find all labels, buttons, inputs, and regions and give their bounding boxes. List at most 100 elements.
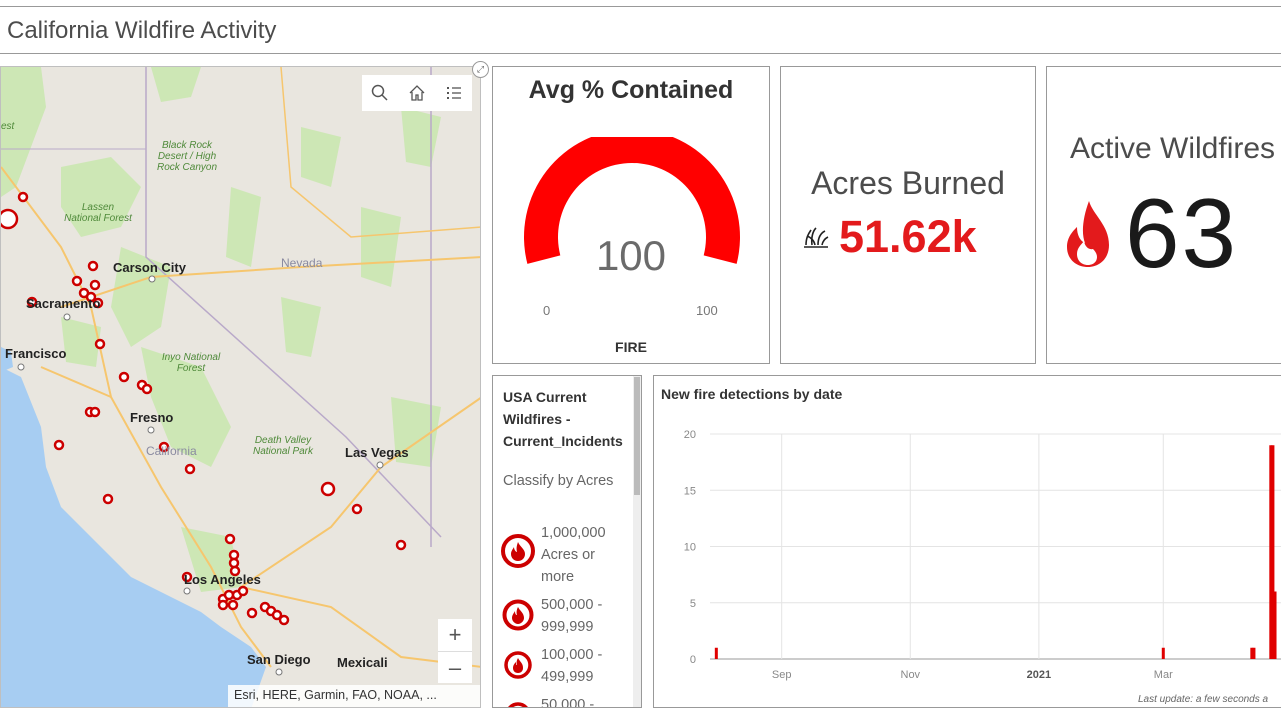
active-wildfires-card: Active Wildfires 63 — [1046, 66, 1281, 364]
map-toolbar — [362, 75, 472, 111]
fire-marker — [118, 371, 130, 383]
forest-patch — [61, 157, 141, 237]
map-label-san-diego: San Diego — [247, 652, 311, 667]
home-icon — [409, 85, 425, 101]
gauge-label: FIRE — [615, 339, 647, 355]
legend-item: 1,000,000 Acres or more — [501, 522, 621, 588]
city-dot — [376, 461, 384, 469]
fire-marker — [228, 557, 240, 569]
chart-bar — [1161, 647, 1165, 659]
forest-patch — [301, 127, 341, 187]
zoom-control: + – — [438, 619, 472, 683]
active-wildfires-value: 63 — [1125, 178, 1239, 288]
city-dot — [147, 426, 155, 434]
chart-bar — [1252, 647, 1256, 659]
x-tick-label: Mar — [1154, 669, 1173, 681]
legend-panel[interactable]: USA Current Wildfires - Current_Incident… — [492, 375, 642, 708]
active-wildfires-row: 63 — [1065, 177, 1238, 290]
x-tick-label: 2021 — [1027, 669, 1051, 681]
fire-marker — [53, 439, 65, 451]
fire-marker — [1, 208, 19, 230]
map-label-black-rock: Black Rock Desert / High Rock Canyon — [157, 140, 217, 173]
map-label-nevada: Nevada — [281, 256, 323, 270]
expand-icon: ⤢ — [476, 64, 485, 74]
detections-chart-card: 0 5 10 15 20 Sep Nov 2021 Mar New fire detection… — [653, 375, 1281, 708]
x-tick-label: Nov — [901, 669, 921, 681]
fire-marker — [184, 463, 196, 475]
search-tool-button[interactable] — [365, 78, 395, 108]
dashboard-title: California Wildfire Activity — [7, 17, 277, 44]
dashboard-header: California Wildfire Activity — [0, 6, 1281, 54]
legend-item-label: 50,000 - — [541, 697, 595, 708]
gauge-arc — [524, 137, 740, 264]
fire-marker — [246, 607, 258, 619]
fire-symbol-icon — [508, 702, 528, 707]
map-label-mexicali: Mexicali — [337, 655, 388, 670]
gauge-value: 100 — [595, 232, 667, 279]
y-tick-label: 0 — [690, 654, 696, 666]
map-panel[interactable]: est Black Rock Desert / High Rock Canyon L… — [0, 66, 481, 708]
fire-marker — [227, 599, 239, 611]
zoom-in-button[interactable]: + — [438, 619, 472, 651]
legend-classify-label: Classify by Acres — [503, 473, 614, 489]
fire-marker — [224, 533, 236, 545]
fire-symbol-icon — [501, 534, 535, 568]
map-label-francisco: Francisco — [5, 346, 66, 361]
gauge-min: 0 — [543, 303, 551, 318]
x-tick-label: Sep — [772, 669, 792, 681]
legend-layer-title: USA Current Wildfires - Current_Incident… — [503, 389, 623, 449]
city-dot — [148, 275, 156, 283]
search-icon — [372, 84, 388, 101]
map-label-carson-city: Carson City — [113, 260, 187, 275]
chart-bar — [1273, 591, 1277, 659]
map-label-las-vegas: Las Vegas — [345, 445, 409, 460]
legend-toggle-button[interactable] — [439, 78, 469, 108]
highway — [40, 366, 112, 398]
map-attribution: Esri, HERE, Garmin, FAO, NOAA, ... — [228, 685, 480, 707]
acres-burned-value: 51.62k — [839, 211, 977, 262]
legend-scrollbar-thumb[interactable] — [634, 377, 640, 495]
expand-map-button[interactable]: ⤢ — [472, 61, 489, 78]
fire-symbol-icon — [504, 651, 532, 679]
acres-burned-title: Acres Burned — [811, 165, 1005, 201]
fire-marker — [278, 614, 290, 626]
legend-item-label: 100,000 - 499,999 — [541, 647, 603, 685]
chart-title: New fire detections by date — [661, 386, 843, 402]
fire-marker — [141, 383, 153, 395]
chart-last-update: Last update: a few seconds a — [1138, 694, 1269, 705]
highway — [240, 397, 480, 588]
basemap[interactable]: est Black Rock Desert / High Rock Canyon L… — [1, 67, 481, 708]
chart-bar — [714, 647, 718, 659]
forest-patch — [226, 187, 261, 267]
fire-marker — [17, 191, 29, 203]
fire-marker — [217, 599, 229, 611]
fire-marker — [87, 260, 99, 272]
fire-symbol-icon — [502, 599, 534, 631]
forest-patch — [361, 207, 401, 287]
city-dot — [17, 363, 25, 371]
map-label-sacramento: Sacramento — [26, 296, 100, 311]
legend-item-label: 500,000 - 999,999 — [541, 597, 603, 635]
y-tick-label: 5 — [690, 598, 696, 610]
city-dot — [275, 668, 283, 676]
acres-burned-card: Acres Burned 51.62k — [780, 66, 1036, 364]
gauge-card: Avg % Contained 100 0 100 FIRE — [492, 66, 770, 364]
legend-scrollbar[interactable] — [633, 376, 641, 707]
flame-icon — [1067, 200, 1109, 267]
gauge-title: Avg % Contained — [528, 76, 734, 104]
zoom-out-button[interactable]: – — [438, 651, 472, 683]
map-label-california: California — [146, 444, 197, 458]
city-dot — [63, 313, 71, 321]
legend-item-label: 1,000,000 Acres or more — [541, 525, 606, 585]
fire-marker — [71, 275, 83, 287]
forest-patch — [151, 67, 201, 102]
legend-item: 100,000 - 499,999 — [501, 644, 621, 688]
y-tick-label: 15 — [684, 485, 696, 497]
fire-marker — [94, 338, 106, 350]
active-wildfires-title: Active Wildfires — [1070, 132, 1276, 165]
fire-marker — [320, 481, 336, 497]
fire-marker — [395, 539, 407, 551]
y-tick-label: 20 — [684, 429, 696, 441]
fire-marker — [89, 406, 101, 418]
home-button[interactable] — [402, 78, 432, 108]
